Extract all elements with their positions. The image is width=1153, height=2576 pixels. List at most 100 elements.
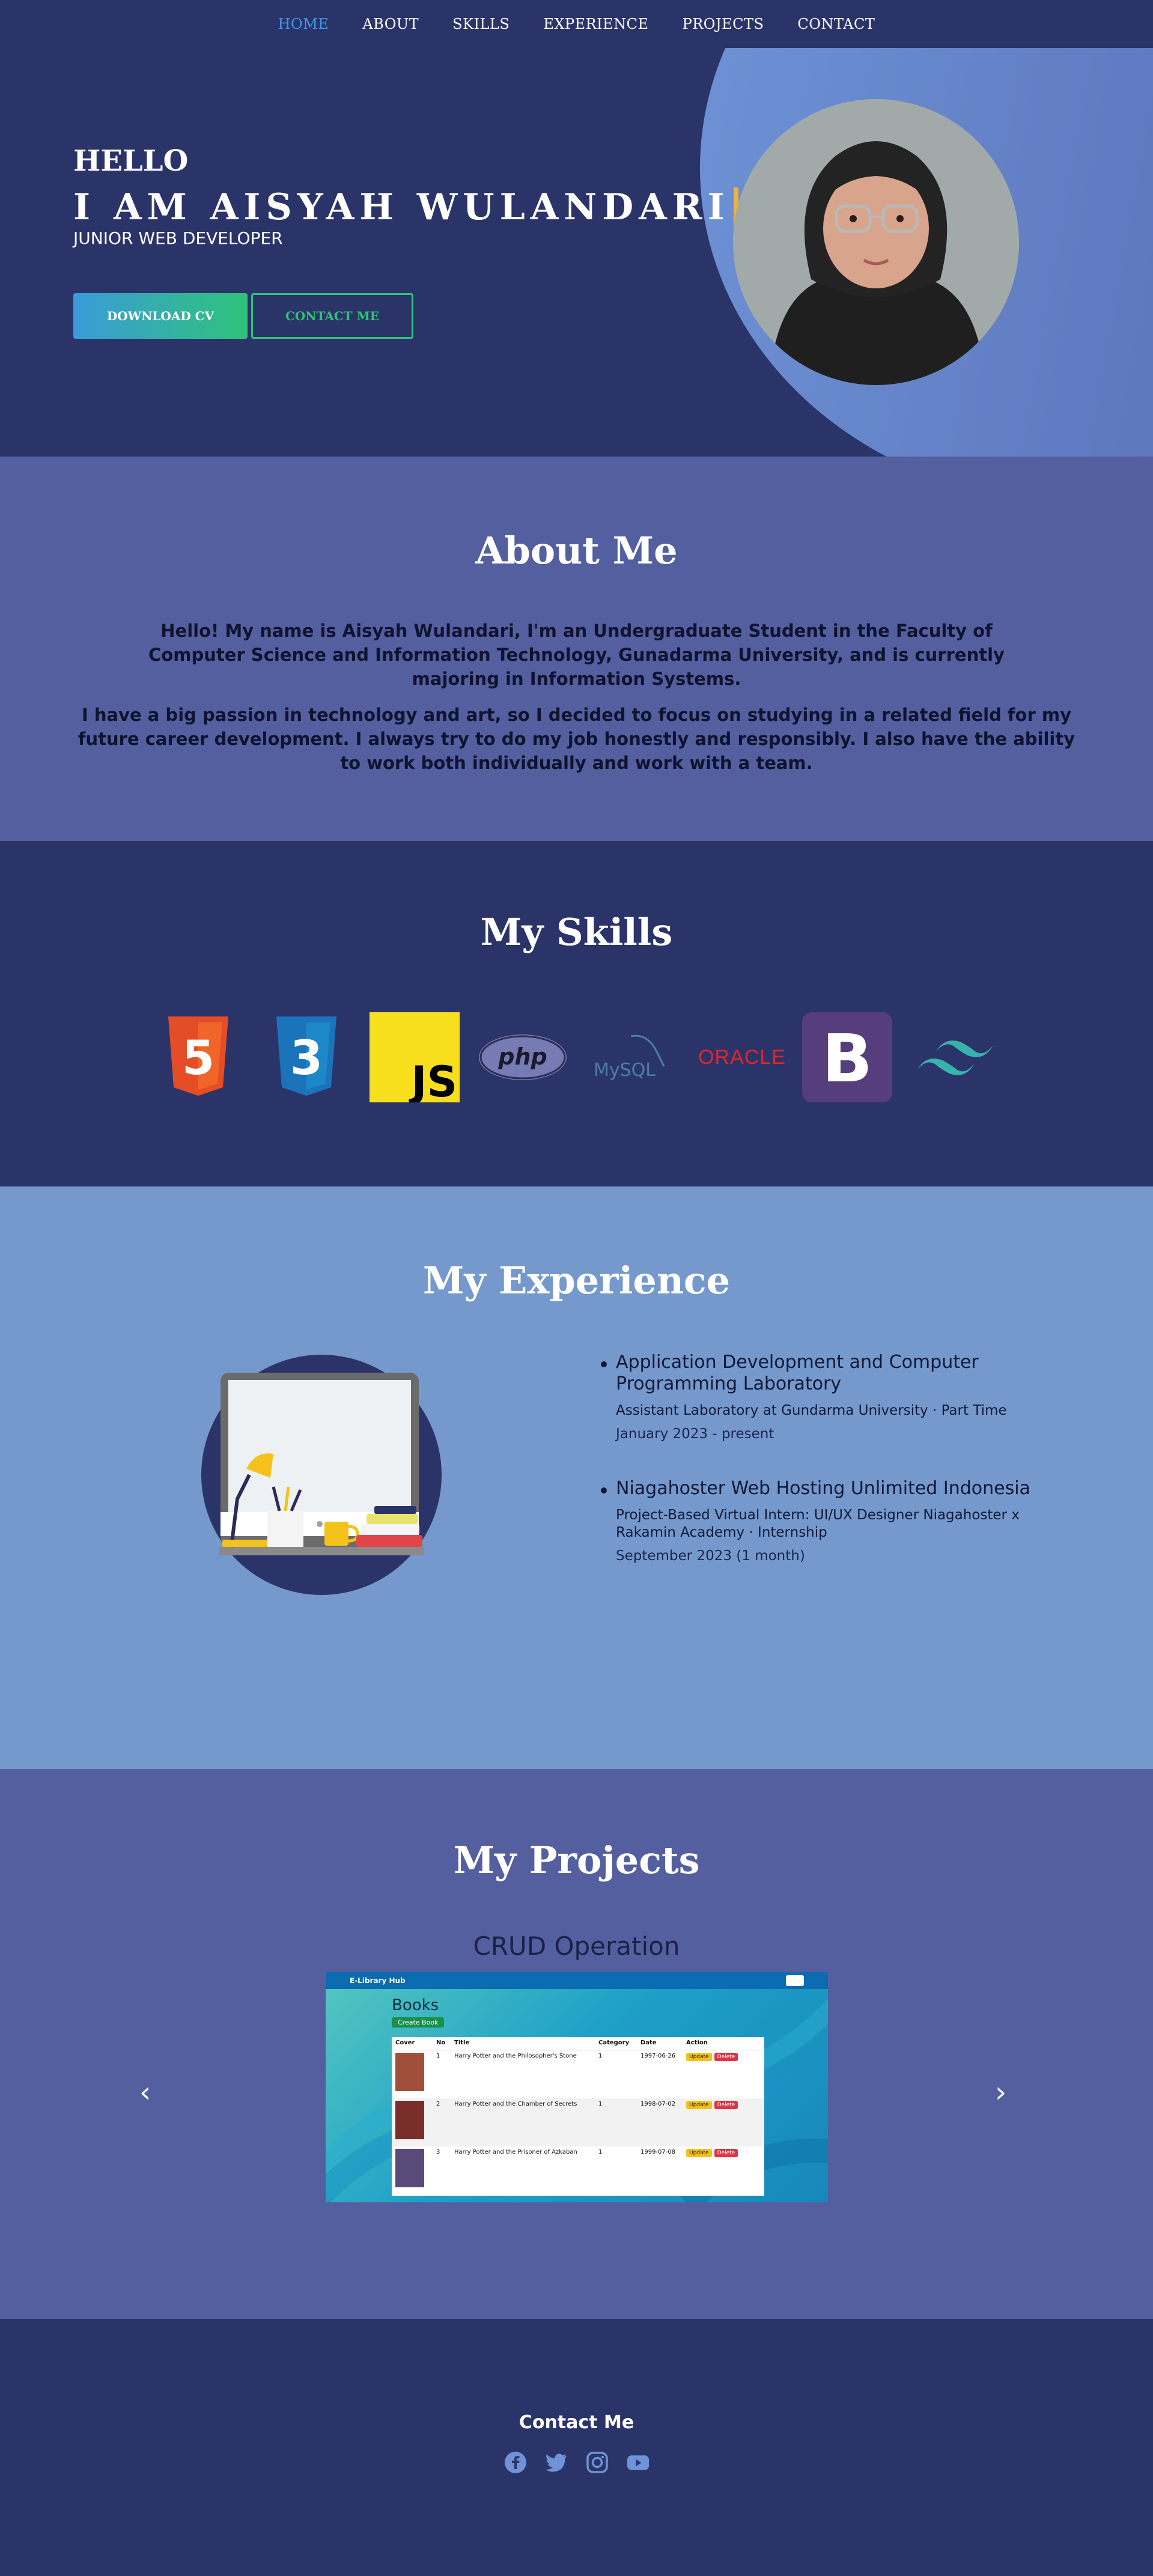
column-header: Category <box>598 2040 630 2046</box>
screenshot-books-table: Cover No Title Category Date Action 1 Ha… <box>392 2037 764 2196</box>
update-button: Update <box>686 2149 712 2157</box>
table-header: Cover No Title Category Date Action <box>392 2037 764 2050</box>
hero-role: JUNIOR WEB DEVELOPER <box>73 228 283 248</box>
table-row: 1 Harry Potter and the Philosopher's Sto… <box>392 2050 764 2098</box>
update-button: Update <box>686 2101 712 2109</box>
skills-logo-row: 5 3 JS php MySQL ORACLE B <box>159 1012 1000 1102</box>
project-carousel-caption: CRUD Operation <box>473 1931 680 1961</box>
contact-footer: Contact Me <box>0 2319 1153 2576</box>
youtube-icon[interactable] <box>627 2451 650 2474</box>
book-cover-image <box>395 2053 424 2091</box>
php-logo: php <box>475 1012 571 1102</box>
css3-logo-text: 3 <box>290 1031 323 1086</box>
carousel-next-arrow-icon[interactable]: › <box>995 2076 1006 2109</box>
javascript-logo: JS <box>370 1012 460 1102</box>
experience-title: My Experience <box>422 1259 731 1302</box>
html5-logo-text: 5 <box>182 1031 214 1086</box>
experience-section: My Experience Application Development an… <box>0 1186 1153 1769</box>
table-cell: 1999-07-08 <box>640 2149 676 2155</box>
nav-about-link[interactable]: ABOUT <box>362 16 419 32</box>
hero-headline: I AM AISYAH WULANDARI <box>73 186 738 228</box>
contact-title: Contact Me <box>519 2412 634 2433</box>
nav-projects-link[interactable]: PROJECTS <box>683 16 764 32</box>
skills-section: My Skills 5 3 JS php MySQL ORACLE B <box>0 841 1153 1186</box>
experience-item-date: January 2023 - present <box>616 1426 774 1442</box>
table-cell: 2 <box>436 2101 440 2107</box>
experience-item-title: Niagahoster Web Hosting Unlimited Indone… <box>616 1478 1030 1499</box>
experience-item: Niagahoster Web Hosting Unlimited Indone… <box>601 1478 1082 1565</box>
experience-item-subtitle: Project-Based Virtual Intern: UI/UX Desi… <box>616 1507 1020 1540</box>
workspace-illustration <box>195 1349 448 1601</box>
profile-photo <box>733 99 1019 385</box>
oracle-logo-text: ORACLE <box>698 1045 786 1069</box>
experience-list: Application Development and Computer Pro… <box>601 1352 1082 1600</box>
update-button: Update <box>686 2053 712 2061</box>
screenshot-create-button: Create Book <box>392 2017 445 2028</box>
table-cell: Harry Potter and the Philosopher's Stone <box>454 2053 577 2059</box>
delete-button: Delete <box>714 2149 738 2157</box>
about-title: About Me <box>475 529 678 573</box>
hero-section: HELLO I AM AISYAH WULANDARI JUNIOR WEB D… <box>0 48 1153 457</box>
screenshot-heading: Books <box>392 1996 439 2014</box>
css3-logo: 3 <box>267 1012 345 1102</box>
delete-button: Delete <box>714 2053 738 2061</box>
social-links <box>0 2451 1153 2474</box>
experience-item-subtitle: Assistant Laboratory at Gundarma Univers… <box>616 1403 1007 1418</box>
table-row: 3 Harry Potter and the Prisoner of Azkab… <box>392 2146 764 2195</box>
projects-title: My Projects <box>453 1838 700 1882</box>
experience-item: Application Development and Computer Pro… <box>601 1352 1082 1443</box>
bootstrap-logo: B <box>802 1012 892 1102</box>
carousel-prev-arrow-icon[interactable]: ‹ <box>139 2076 151 2109</box>
contact-me-button[interactable]: CONTACT ME <box>251 293 413 339</box>
table-cell: 1998-07-02 <box>640 2101 676 2107</box>
table-cell: 1 <box>598 2053 603 2059</box>
hero-headline-text: I AM AISYAH WULANDARI <box>73 186 730 228</box>
delete-button: Delete <box>714 2101 738 2109</box>
instagram-icon[interactable] <box>586 2451 609 2474</box>
logout-icon <box>786 1975 804 1986</box>
column-header: Cover <box>395 2040 415 2046</box>
mysql-logo-text: MySQL <box>594 1060 656 1081</box>
nav-skills-link[interactable]: SKILLS <box>452 16 510 32</box>
table-row: 2 Harry Potter and the Chamber of Secret… <box>392 2098 764 2146</box>
experience-item-title: Application Development and Computer Pro… <box>616 1352 979 1394</box>
top-nav: HOME ABOUT SKILLS EXPERIENCE PROJECTS CO… <box>0 0 1153 48</box>
bootstrap-logo-text: B <box>822 1020 872 1097</box>
about-paragraph-2: I have a big passion in technology and a… <box>78 705 1075 773</box>
table-cell: 1 <box>436 2053 440 2059</box>
column-header: No <box>436 2040 446 2046</box>
table-cell: 1 <box>598 2149 603 2155</box>
projects-section: My Projects CRUD Operation ‹ › E-Library… <box>0 1769 1153 2319</box>
book-cover-image <box>395 2101 424 2139</box>
oracle-logo: ORACLE <box>688 1012 796 1102</box>
tailwind-logo <box>910 1012 1000 1102</box>
project-screenshot[interactable]: E-Library Hub Books Create Book Cover No… <box>326 1972 828 2202</box>
about-text: Hello! My name is Aisyah Wulandari, I'm … <box>72 619 1081 787</box>
table-cell: 3 <box>436 2149 440 2155</box>
about-paragraph-1: Hello! My name is Aisyah Wulandari, I'm … <box>148 621 1005 689</box>
hero-greeting: HELLO <box>73 144 189 178</box>
column-header: Title <box>454 2040 470 2046</box>
column-header: Action <box>686 2040 708 2046</box>
table-cell: 1997-06-26 <box>640 2053 676 2059</box>
table-cell: Harry Potter and the Chamber of Secrets <box>454 2101 577 2107</box>
screenshot-app-bar: E-Library Hub <box>326 1972 828 1989</box>
php-logo-text: php <box>497 1043 547 1070</box>
about-section: About Me Hello! My name is Aisyah Wuland… <box>0 457 1153 841</box>
table-cell: 1 <box>598 2101 603 2107</box>
book-cover-image <box>395 2149 424 2187</box>
mysql-logo: MySQL <box>586 1012 670 1102</box>
experience-item-date: September 2023 (1 month) <box>616 1548 805 1564</box>
column-header: Date <box>640 2040 657 2046</box>
screenshot-app-name: E-Library Hub <box>350 1976 406 1985</box>
download-cv-button[interactable]: DOWNLOAD CV <box>73 293 248 339</box>
skills-title: My Skills <box>480 910 673 954</box>
nav-contact-link[interactable]: CONTACT <box>797 16 875 32</box>
facebook-icon[interactable] <box>504 2451 527 2474</box>
nav-experience-link[interactable]: EXPERIENCE <box>543 16 648 32</box>
javascript-logo-text: JS <box>409 1057 457 1102</box>
table-cell: Harry Potter and the Prisoner of Azkaban <box>454 2149 577 2155</box>
nav-home-link[interactable]: HOME <box>278 16 329 32</box>
html5-logo: 5 <box>159 1012 237 1102</box>
twitter-icon[interactable] <box>545 2451 568 2474</box>
